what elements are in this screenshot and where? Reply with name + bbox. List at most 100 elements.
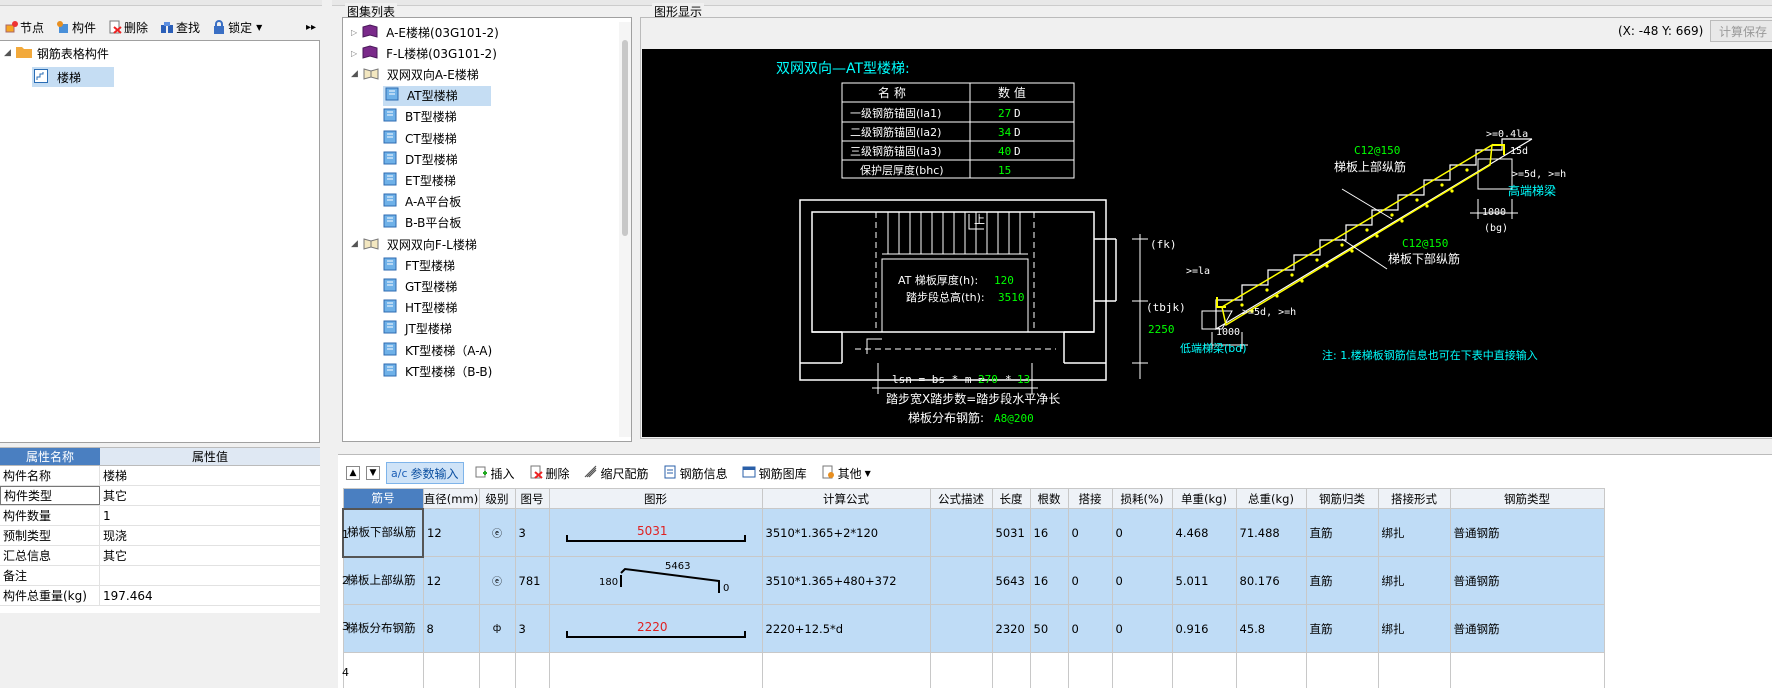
grid-empty-cell[interactable] bbox=[1377, 652, 1451, 688]
rebar-library-button[interactable]: 钢筋图库 bbox=[738, 462, 811, 484]
grid-column-header[interactable]: 总重(kg) bbox=[1235, 488, 1307, 509]
grid-column-header[interactable]: 计算公式 bbox=[761, 488, 931, 509]
toolbar-component-button[interactable]: 构件 bbox=[54, 16, 98, 38]
stair-drawing-canvas[interactable]: 双网双向—AT型楼梯: 名 称 数 值 一级钢筋锚固(la1) 27 D 二级钢… bbox=[642, 49, 1772, 437]
grid-empty-cell[interactable] bbox=[1449, 652, 1605, 688]
property-value[interactable]: 其它 bbox=[100, 547, 320, 564]
atlas-item[interactable]: FT型楼梯 bbox=[383, 255, 455, 275]
grid-empty-cell[interactable] bbox=[1111, 652, 1173, 688]
calc-save-button[interactable]: 计算保存 bbox=[1710, 20, 1772, 42]
grid-cell-unit_w[interactable]: 4.468 bbox=[1171, 508, 1237, 557]
grid-cell-grade[interactable]: ⓔ bbox=[478, 508, 516, 557]
grid-cell-formula[interactable]: 2220+12.5*d bbox=[761, 604, 931, 653]
atlas-item[interactable]: ◢ 双网双向A-E楼梯 bbox=[351, 64, 479, 84]
grid-cell-grade[interactable]: ф bbox=[478, 604, 516, 653]
move-down-icon[interactable]: ▼ bbox=[366, 466, 380, 480]
grid-cell-unit_w[interactable]: 5.011 bbox=[1171, 556, 1237, 605]
grid-cell-lap[interactable]: 0 bbox=[1067, 556, 1113, 605]
collapse-triangle-icon[interactable]: ◢ bbox=[351, 239, 358, 249]
property-row[interactable]: 备注 bbox=[0, 566, 320, 586]
grid-empty-cell[interactable] bbox=[929, 652, 993, 688]
atlas-scrollbar[interactable] bbox=[619, 22, 631, 437]
toolbar-delete-button[interactable]: 删除 bbox=[106, 16, 150, 38]
atlas-item[interactable]: CT型楼梯 bbox=[383, 128, 457, 148]
property-value[interactable]: 楼梯 bbox=[100, 467, 320, 484]
atlas-item[interactable]: ▷ A-E楼梯(03G101-2) bbox=[351, 22, 499, 42]
grid-cell-loss[interactable]: 0 bbox=[1111, 508, 1173, 557]
atlas-item[interactable]: ▷ F-L楼梯(03G101-2) bbox=[351, 43, 497, 63]
atlas-item[interactable]: HT型楼梯 bbox=[383, 298, 457, 318]
atlas-item[interactable]: KT型楼梯（A-A) bbox=[383, 340, 492, 360]
scale-rebar-button[interactable]: 缩尺配筋 bbox=[580, 462, 653, 484]
grid-cell-grade[interactable]: ⓔ bbox=[478, 556, 516, 605]
grid-cell-count[interactable]: 16 bbox=[1029, 556, 1069, 605]
grid-cell-name[interactable]: 梯板上部纵筋 bbox=[342, 556, 424, 605]
atlas-item[interactable]: B-B平台板 bbox=[383, 213, 461, 233]
property-row[interactable]: 构件名称 楼梯 bbox=[0, 466, 320, 486]
grid-cell-desc[interactable] bbox=[929, 604, 993, 653]
grid-cell-cat[interactable]: 直筋 bbox=[1305, 556, 1379, 605]
grid-column-header[interactable]: 图形 bbox=[548, 488, 763, 509]
grid-cell-count[interactable]: 50 bbox=[1029, 604, 1069, 653]
vertical-splitter[interactable] bbox=[322, 0, 332, 688]
grid-cell-lap[interactable]: 0 bbox=[1067, 508, 1113, 557]
grid-cell-type[interactable]: 普通钢筋 bbox=[1449, 604, 1605, 653]
grid-column-header[interactable]: 搭接 bbox=[1067, 488, 1113, 509]
grid-column-header[interactable]: 搭接形式 bbox=[1377, 488, 1451, 509]
grid-empty-cell[interactable] bbox=[342, 652, 424, 688]
grid-row[interactable]: 梯板分布钢筋 8 ф 3 2220 2220+12.5*d 2320 50 0 0 0.916 45.… bbox=[342, 604, 1605, 653]
toolbar-search-button[interactable]: 查找 bbox=[158, 16, 202, 38]
property-row[interactable]: 构件类型 其它 bbox=[0, 486, 320, 506]
grid-delete-button[interactable]: 删除 bbox=[525, 462, 574, 484]
grid-row[interactable]: 梯板下部纵筋 12 ⓔ 3 5031 3510*1.365+2*120 5031 16 0 0 4.… bbox=[342, 507, 1605, 558]
grid-empty-cell[interactable] bbox=[1235, 652, 1307, 688]
grid-cell-formula[interactable]: 3510*1.365+2*120 bbox=[761, 508, 931, 557]
property-row[interactable]: 预制类型 现浇 bbox=[0, 526, 320, 546]
chevron-down-icon[interactable]: ▼ bbox=[256, 23, 262, 32]
property-row[interactable]: 构件数量 1 bbox=[0, 506, 320, 526]
property-value[interactable]: 197.464 bbox=[100, 589, 320, 603]
grid-cell-loss[interactable]: 0 bbox=[1111, 556, 1173, 605]
grid-cell-formula[interactable]: 3510*1.365+480+372 bbox=[761, 556, 931, 605]
grid-cell-desc[interactable] bbox=[929, 556, 993, 605]
grid-empty-cell[interactable] bbox=[761, 652, 931, 688]
grid-cell-total_w[interactable]: 45.8 bbox=[1235, 604, 1307, 653]
horizontal-splitter[interactable] bbox=[338, 442, 1772, 454]
grid-cell-type[interactable]: 普通钢筋 bbox=[1449, 556, 1605, 605]
grid-empty-cell[interactable] bbox=[1067, 652, 1113, 688]
grid-empty-cell[interactable] bbox=[478, 652, 516, 688]
grid-cell-type[interactable]: 普通钢筋 bbox=[1449, 508, 1605, 557]
grid-column-header[interactable]: 级别 bbox=[478, 488, 516, 509]
grid-empty-row[interactable] bbox=[342, 652, 1605, 688]
grid-cell-fig[interactable]: 781 bbox=[514, 556, 550, 605]
param-input-button[interactable]: a/c 参数输入 bbox=[386, 462, 464, 484]
rebar-shape-cell[interactable]: 5031 bbox=[548, 508, 763, 557]
grid-column-header[interactable]: 损耗(%) bbox=[1111, 488, 1173, 509]
grid-cell-loss[interactable]: 0 bbox=[1111, 604, 1173, 653]
property-value[interactable]: 现浇 bbox=[100, 527, 320, 544]
grid-column-header[interactable]: 钢筋归类 bbox=[1305, 488, 1379, 509]
atlas-item[interactable]: KT型楼梯（B-B) bbox=[383, 361, 492, 381]
other-button[interactable]: 其他 ▼ bbox=[817, 462, 875, 484]
expand-triangle-icon[interactable]: ▷ bbox=[351, 28, 357, 37]
grid-cell-fig[interactable]: 3 bbox=[514, 508, 550, 557]
grid-cell-name[interactable]: 梯板分布钢筋 bbox=[342, 604, 424, 653]
grid-column-header[interactable]: 公式描述 bbox=[929, 488, 993, 509]
grid-cell-name[interactable]: 梯板下部纵筋 bbox=[342, 507, 424, 558]
atlas-item[interactable]: ET型楼梯 bbox=[383, 170, 456, 190]
rebar-shape-cell[interactable]: 2220 bbox=[548, 604, 763, 653]
grid-empty-cell[interactable] bbox=[1029, 652, 1069, 688]
grid-column-header[interactable]: 直径(mm) bbox=[422, 488, 480, 509]
tree-node-stair[interactable]: 楼梯 bbox=[32, 67, 114, 87]
grid-cell-lap_type[interactable]: 绑扎 bbox=[1377, 556, 1451, 605]
grid-empty-cell[interactable] bbox=[991, 652, 1031, 688]
atlas-item[interactable]: GT型楼梯 bbox=[383, 276, 457, 296]
atlas-scrollbar-thumb[interactable] bbox=[622, 40, 628, 236]
grid-column-header[interactable]: 根数 bbox=[1029, 488, 1069, 509]
grid-column-header[interactable]: 钢筋类型 bbox=[1449, 488, 1605, 509]
toolbar-overflow-icon[interactable]: ▸▸ bbox=[304, 16, 318, 38]
tree-node-rebar-table-components[interactable]: ◢ 钢筋表格构件 bbox=[4, 43, 109, 63]
move-up-icon[interactable]: ▲ bbox=[346, 466, 360, 480]
grid-cell-length[interactable]: 5031 bbox=[991, 508, 1031, 557]
grid-cell-fig[interactable]: 3 bbox=[514, 604, 550, 653]
